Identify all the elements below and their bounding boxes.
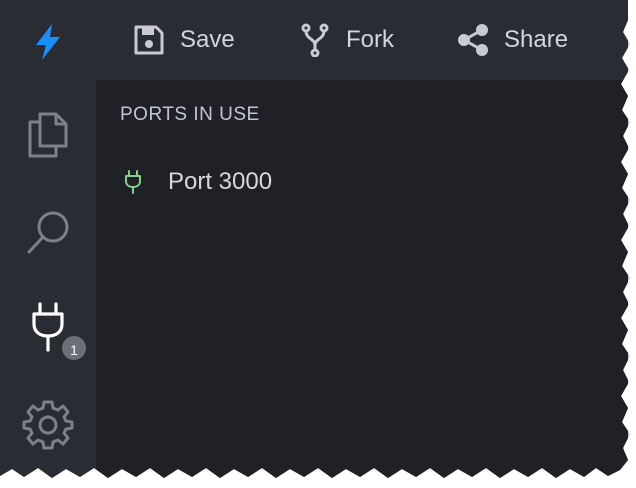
app-window: 1 Save Fork Share PORTS IN USE Port 3000 bbox=[0, 0, 628, 478]
fork-button[interactable]: Fork bbox=[298, 18, 394, 62]
ports-count-badge: 1 bbox=[60, 334, 88, 362]
files-icon[interactable] bbox=[22, 108, 74, 160]
share-button[interactable]: Share bbox=[456, 18, 568, 62]
fork-label: Fork bbox=[346, 26, 394, 53]
stackblitz-logo-icon[interactable] bbox=[28, 22, 68, 62]
fork-icon bbox=[298, 23, 332, 58]
save-icon bbox=[132, 23, 166, 57]
save-button[interactable]: Save bbox=[132, 18, 235, 62]
port-label: Port 3000 bbox=[168, 168, 273, 195]
gear-icon[interactable] bbox=[22, 398, 74, 450]
activity-bar: 1 bbox=[0, 0, 96, 478]
share-label: Share bbox=[504, 26, 569, 53]
toolbar: Save Fork Share bbox=[96, 0, 628, 80]
plug-icon bbox=[120, 169, 146, 195]
panel-title: PORTS IN USE bbox=[120, 104, 260, 125]
ports-panel: PORTS IN USE Port 3000 bbox=[96, 80, 628, 478]
port-list-item[interactable]: Port 3000 bbox=[120, 162, 272, 202]
search-icon[interactable] bbox=[22, 206, 74, 258]
save-label: Save bbox=[180, 26, 235, 53]
share-icon bbox=[456, 23, 490, 57]
